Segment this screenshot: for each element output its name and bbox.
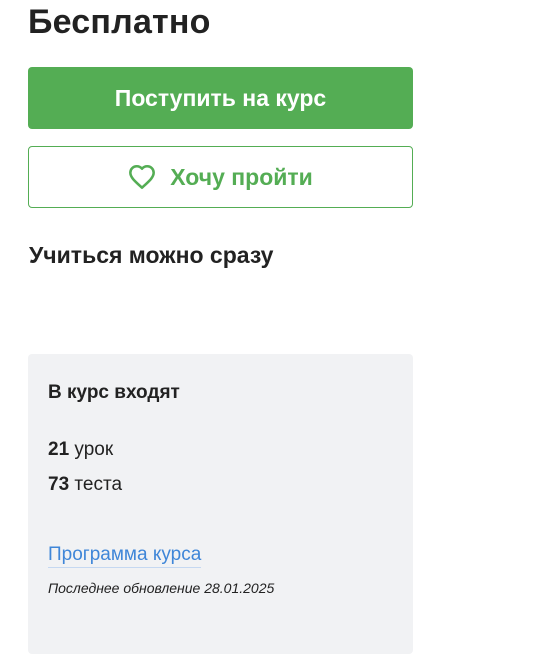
lessons-count: 21 урок [48,439,113,461]
lessons-count-number: 21 [48,439,70,460]
course-price: Бесплатно [28,3,211,41]
start-availability-note: Учиться можно сразу [29,242,274,268]
tests-count: 73 теста [48,474,122,496]
tests-count-number: 73 [48,474,70,495]
course-contents-title: В курс входят [48,382,180,403]
course-contents-card: В курс входят 21 урок 73 теста Программа… [28,354,413,654]
last-update-date: Последнее обновление 28.01.2025 [48,580,275,596]
wishlist-button[interactable]: Хочу пройти [28,146,413,208]
wishlist-button-label: Хочу пройти [170,163,313,190]
enroll-button[interactable]: Поступить на курс [28,67,413,129]
enroll-button-label: Поступить на курс [114,84,327,111]
heart-outline-icon [128,164,156,190]
lessons-count-label: урок [74,439,114,460]
tests-count-label: теста [74,474,123,495]
course-program-link[interactable]: Программа курса [48,544,202,568]
